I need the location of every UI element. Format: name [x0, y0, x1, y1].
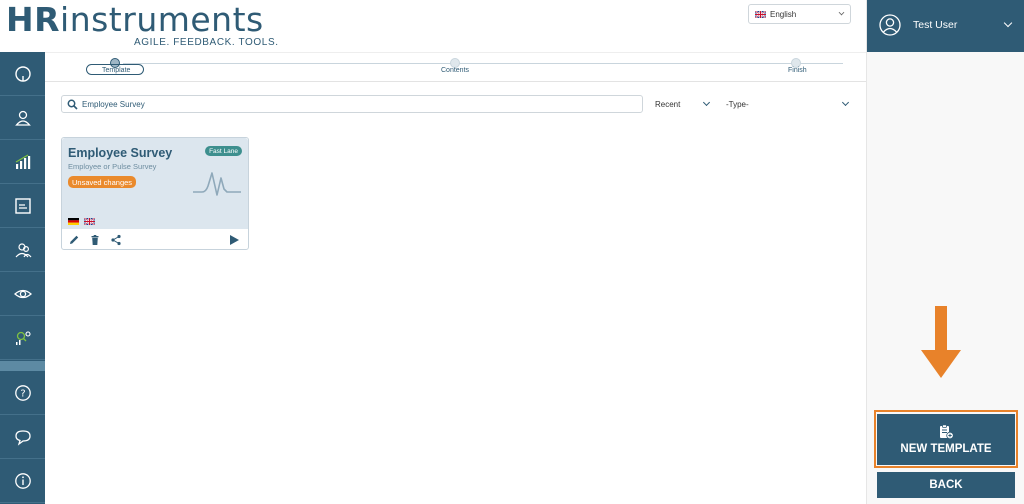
language-label: English: [770, 9, 797, 19]
sidebar-item-feedback[interactable]: [0, 415, 45, 459]
pulse-icon: [193, 172, 241, 196]
chevron-down-icon: [702, 98, 711, 107]
fast-lane-badge: Fast Lane: [205, 146, 242, 156]
info-icon: [14, 472, 31, 489]
type-filter-label: -Type-: [726, 99, 749, 109]
search-input[interactable]: Employee Survey: [61, 95, 643, 113]
arrow-down-icon: [921, 306, 961, 378]
template-card-subtitle: Employee or Pulse Survey: [68, 162, 157, 171]
header: HRinstruments AGILE. FEEDBACK. TOOLS. En…: [0, 0, 866, 52]
logo-tagline: AGILE. FEEDBACK. TOOLS.: [134, 37, 279, 48]
sidebar-item-dashboard[interactable]: [0, 52, 45, 96]
sidebar-item-insights[interactable]: [0, 316, 45, 360]
user-avatar-icon: [879, 14, 901, 36]
search-value: Employee Survey: [82, 99, 145, 109]
german-flag-icon: [68, 218, 79, 225]
uk-flag-icon: [755, 10, 766, 18]
question-icon: ?: [14, 384, 31, 401]
chart-search-icon: [15, 330, 31, 345]
progress-stepper: Template Contents Finish: [45, 52, 866, 82]
user-menu[interactable]: Test User: [867, 0, 1024, 52]
step-label-contents[interactable]: Contents: [441, 67, 469, 74]
share-icon[interactable]: [110, 234, 122, 246]
sidebar-item-analytics[interactable]: [0, 140, 45, 184]
sidebar-item-info[interactable]: [0, 459, 45, 503]
template-languages: [68, 218, 95, 225]
user-name: Test User: [913, 19, 958, 31]
logo: HRinstruments AGILE. FEEDBACK. TOOLS.: [6, 0, 279, 49]
play-icon[interactable]: [228, 234, 240, 246]
stepper-line: [123, 63, 843, 64]
uk-flag-icon: [84, 218, 95, 225]
unsaved-changes-badge: Unsaved changes: [68, 176, 137, 188]
template-card-title: Employee Survey: [68, 146, 173, 160]
chevron-down-icon: [1003, 18, 1013, 28]
sidebar-item-participants[interactable]: [0, 96, 45, 140]
sidebar-item-surveys[interactable]: [0, 184, 45, 228]
template-card-actions: [62, 230, 248, 250]
back-button[interactable]: BACK: [877, 472, 1015, 498]
sidebar-item-monitor[interactable]: [0, 272, 45, 316]
delete-icon[interactable]: [89, 234, 101, 246]
left-sidebar: ?: [0, 52, 45, 504]
sort-select[interactable]: Recent: [655, 97, 713, 111]
eye-icon: [13, 289, 32, 298]
circle-icon: [14, 65, 31, 82]
step-label-template[interactable]: Template: [102, 67, 130, 74]
clipboard-add-icon: [940, 424, 954, 440]
sidebar-item-groups[interactable]: [0, 228, 45, 272]
sidebar-item-help[interactable]: ?: [0, 371, 45, 415]
type-filter-select[interactable]: -Type-: [726, 97, 852, 111]
svg-text:?: ?: [20, 388, 25, 399]
bar-chart-icon: [15, 153, 30, 169]
step-label-finish[interactable]: Finish: [788, 67, 807, 74]
search-icon: [67, 99, 78, 110]
chevron-down-icon: [841, 98, 850, 107]
new-template-button[interactable]: NEW TEMPLATE: [877, 414, 1015, 465]
group-icon: [15, 242, 31, 257]
sort-label: Recent: [655, 99, 681, 109]
new-template-label: NEW TEMPLATE: [900, 443, 992, 455]
chevron-down-icon: [838, 9, 845, 16]
person-icon: [14, 110, 31, 126]
edit-icon[interactable]: [68, 234, 80, 246]
template-card-header: Employee Survey Employee or Pulse Survey…: [62, 138, 248, 229]
template-card[interactable]: Employee Survey Employee or Pulse Survey…: [61, 137, 249, 250]
speech-bubble-icon: [14, 429, 31, 446]
language-select[interactable]: English: [748, 4, 851, 24]
document-icon: [14, 197, 31, 214]
sidebar-divider: [0, 361, 45, 371]
